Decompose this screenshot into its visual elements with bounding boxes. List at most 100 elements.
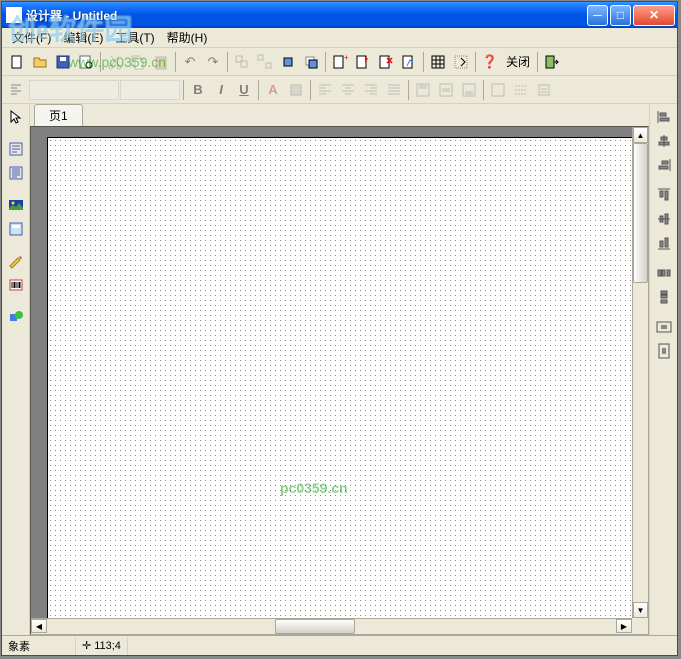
preview-button[interactable] <box>75 51 97 73</box>
tool-palette <box>2 104 30 635</box>
app-icon <box>6 7 22 23</box>
paste-button[interactable] <box>150 51 172 73</box>
image-tool[interactable] <box>5 194 27 216</box>
vertical-scrollbar[interactable]: ▲ ▼ <box>632 127 648 618</box>
menu-help[interactable]: 帮助(H) <box>161 27 214 48</box>
delete-page-button[interactable] <box>375 51 397 73</box>
scroll-up-button[interactable]: ▲ <box>633 127 648 143</box>
app-window: 设计器 - Untitled ─ □ ✕ 文件(F) 编辑(E) 工具(T) 帮… <box>1 1 678 656</box>
status-coords: ✛113;4 <box>76 637 128 655</box>
horizontal-scrollbar[interactable]: ◀ ▶ <box>31 618 632 634</box>
cut-button[interactable] <box>104 51 126 73</box>
subreport-tool[interactable] <box>5 218 27 240</box>
align-left-icon[interactable] <box>653 106 675 128</box>
separator <box>475 52 476 72</box>
exit-button[interactable] <box>541 51 563 73</box>
add-page-button[interactable]: + <box>329 51 351 73</box>
titlebar: 设计器 - Untitled ─ □ ✕ <box>2 2 677 28</box>
fill-color-button[interactable] <box>285 79 307 101</box>
separator <box>310 80 311 100</box>
minimize-button[interactable]: ─ <box>587 5 608 26</box>
align-right-icon[interactable] <box>653 154 675 176</box>
scroll-thumb-v[interactable] <box>633 143 648 283</box>
select-tool[interactable] <box>5 106 27 128</box>
status-element: 象素 <box>2 637 76 655</box>
format-button[interactable] <box>533 79 555 101</box>
snap-grid-button[interactable] <box>450 51 472 73</box>
scroll-down-button[interactable]: ▼ <box>633 602 648 618</box>
scroll-corner <box>632 618 648 634</box>
close-button[interactable]: 关闭 <box>502 53 534 70</box>
menu-file[interactable]: 文件(F) <box>6 27 57 48</box>
align-top-icon[interactable] <box>653 184 675 206</box>
style-button[interactable] <box>6 79 28 101</box>
save-button[interactable] <box>52 51 74 73</box>
valign-top-button[interactable] <box>412 79 434 101</box>
page-new-button[interactable] <box>352 51 374 73</box>
canvas-viewport[interactable] <box>31 127 632 618</box>
center-vertical-icon[interactable] <box>653 340 675 362</box>
svg-text:+: + <box>344 54 348 62</box>
separator <box>183 80 184 100</box>
font-size-combo[interactable] <box>120 80 180 100</box>
separator <box>325 52 326 72</box>
tab-page1[interactable]: 页1 <box>34 104 83 126</box>
align-bottom-icon[interactable] <box>653 232 675 254</box>
window-title: 设计器 - Untitled <box>26 7 587 24</box>
main-toolbar: ↶ ↷ + ❓ 关闭 <box>2 48 677 76</box>
close-window-button[interactable]: ✕ <box>633 5 675 26</box>
maximize-button[interactable]: □ <box>610 5 631 26</box>
separator <box>537 52 538 72</box>
undo-button[interactable]: ↶ <box>179 51 201 73</box>
separator <box>408 80 409 100</box>
align-hcenter-icon[interactable] <box>653 130 675 152</box>
font-family-combo[interactable] <box>29 80 119 100</box>
align-palette <box>649 104 677 635</box>
barcode-tool[interactable] <box>5 274 27 296</box>
menu-edit[interactable]: 编辑(E) <box>57 27 109 48</box>
redo-button[interactable]: ↷ <box>202 51 224 73</box>
page-tabs: 页1 <box>30 104 649 126</box>
center-horizontal-icon[interactable] <box>653 316 675 338</box>
menu-tools[interactable]: 工具(T) <box>109 27 160 48</box>
valign-bottom-button[interactable] <box>458 79 480 101</box>
align-justify-button[interactable] <box>383 79 405 101</box>
scroll-left-button[interactable]: ◀ <box>31 619 47 633</box>
space-vertical-icon[interactable] <box>653 286 675 308</box>
page-settings-button[interactable] <box>398 51 420 73</box>
memo-tool[interactable] <box>5 162 27 184</box>
align-right-button[interactable] <box>360 79 382 101</box>
align-left-button[interactable] <box>314 79 336 101</box>
align-vcenter-icon[interactable] <box>653 208 675 230</box>
space-horizontal-icon[interactable] <box>653 262 675 284</box>
help-button[interactable]: ❓ <box>479 51 501 73</box>
separator <box>483 80 484 100</box>
italic-button[interactable]: I <box>210 79 232 101</box>
bring-front-button[interactable] <box>277 51 299 73</box>
grid-toggle-button[interactable] <box>427 51 449 73</box>
ungroup-button[interactable] <box>254 51 276 73</box>
valign-middle-button[interactable] <box>435 79 457 101</box>
design-page[interactable] <box>47 137 632 618</box>
font-color-button[interactable]: A <box>262 79 284 101</box>
draw-tool[interactable] <box>5 250 27 272</box>
shape-tool[interactable] <box>5 306 27 328</box>
menubar: 文件(F) 编辑(E) 工具(T) 帮助(H) <box>2 28 677 48</box>
bold-button[interactable]: B <box>187 79 209 101</box>
open-button[interactable] <box>29 51 51 73</box>
scroll-thumb-h[interactable] <box>275 619 355 634</box>
underline-button[interactable]: U <box>233 79 255 101</box>
borders-button[interactable] <box>487 79 509 101</box>
scroll-right-button[interactable]: ▶ <box>616 619 632 633</box>
new-button[interactable] <box>6 51 28 73</box>
text-tool[interactable] <box>5 138 27 160</box>
group-button[interactable] <box>231 51 253 73</box>
statusbar: 象素 ✛113;4 <box>2 635 677 655</box>
center-area: 页1 ▲ ▼ ◀ ▶ <box>30 104 649 635</box>
separator <box>258 80 259 100</box>
border-style-button[interactable] <box>510 79 532 101</box>
align-center-button[interactable] <box>337 79 359 101</box>
separator <box>227 52 228 72</box>
copy-button[interactable] <box>127 51 149 73</box>
send-back-button[interactable] <box>300 51 322 73</box>
